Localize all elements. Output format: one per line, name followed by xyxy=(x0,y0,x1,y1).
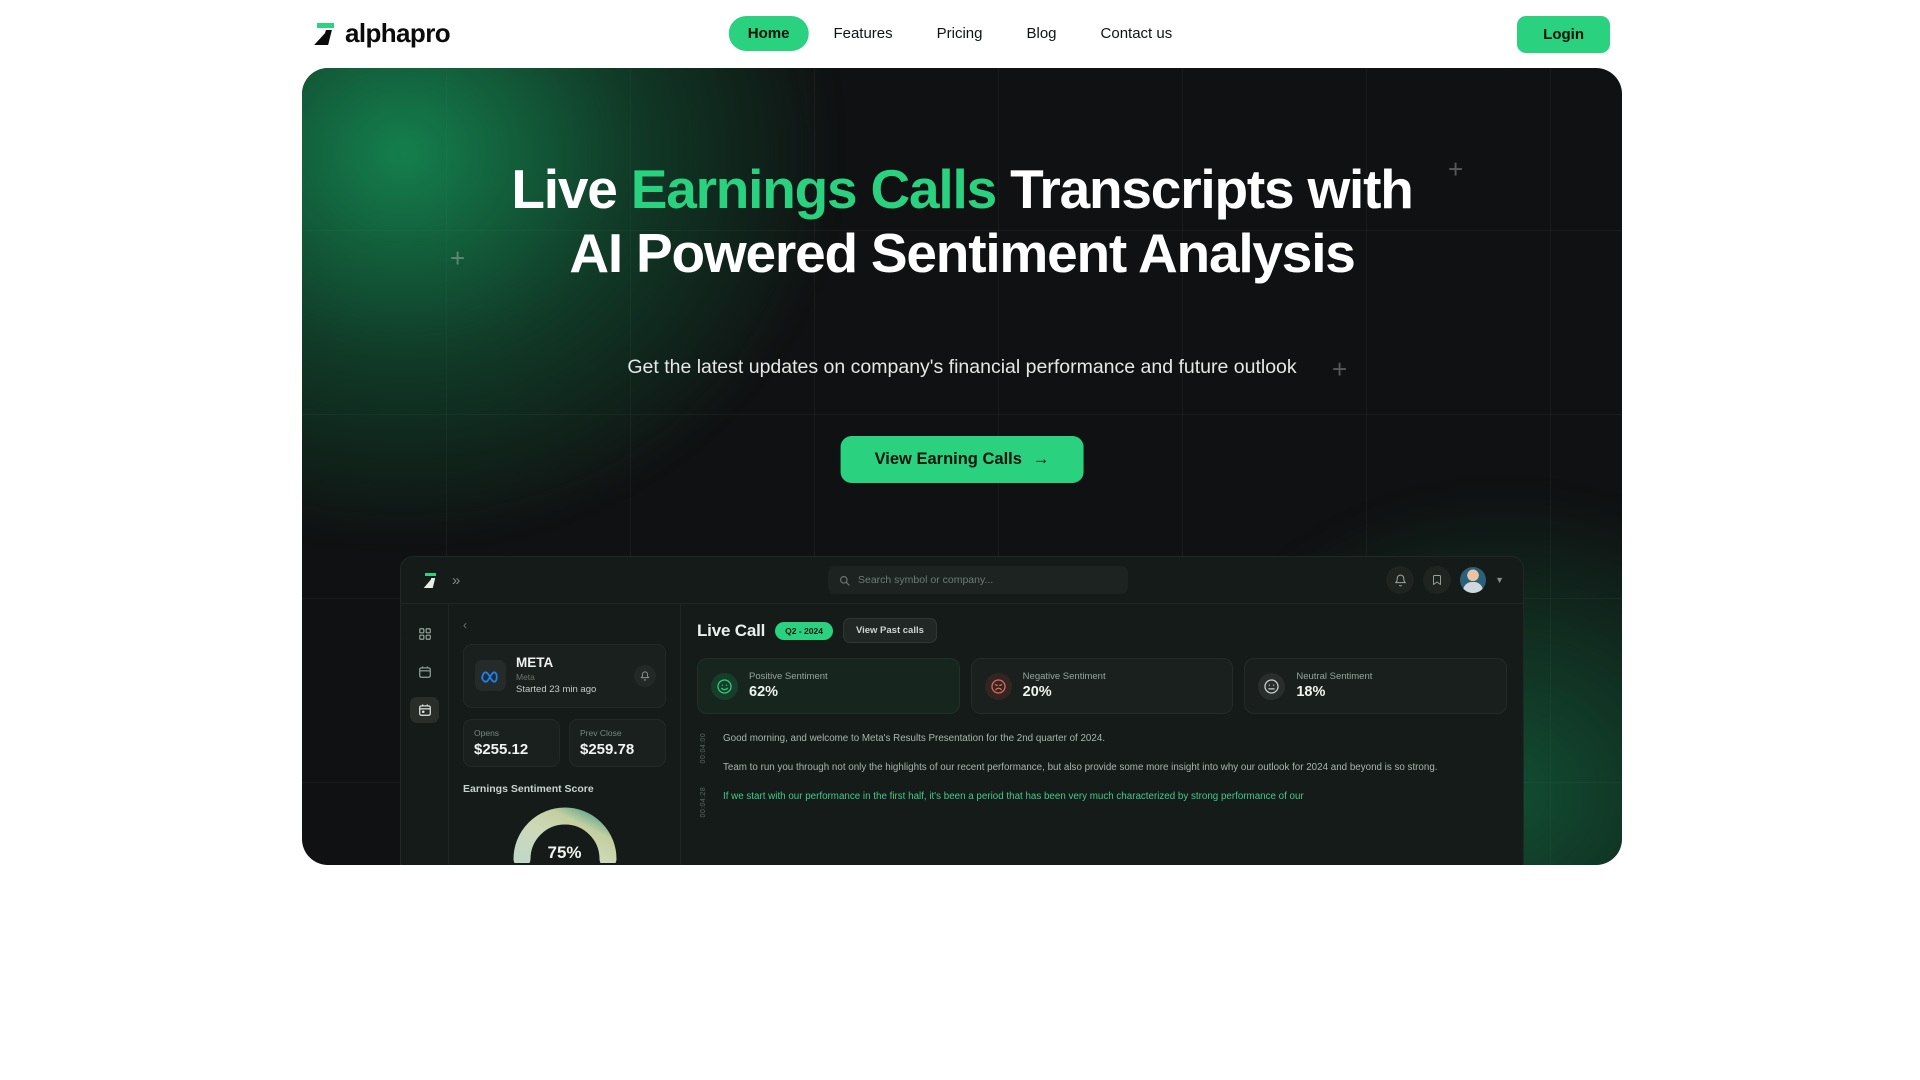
bookmarks-button[interactable] xyxy=(1423,566,1452,594)
neutral-sentiment-card: Neutral Sentiment 18% xyxy=(1244,658,1508,715)
sidebar-item-earnings-calendar[interactable] xyxy=(410,697,439,723)
prev-close-stat: Prev Close $259.78 xyxy=(569,718,666,767)
alphapro-arrow-icon xyxy=(312,21,338,47)
sentiment-score-title: Earnings Sentiment Score xyxy=(463,782,594,795)
nav-item-home[interactable]: Home xyxy=(728,16,809,51)
top-navigation-bar: alphapro Home Features Pricing Blog Cont… xyxy=(0,0,1920,68)
app-sidebar-rail xyxy=(401,604,449,865)
live-call-header: Live Call Q2 - 2024 View Past calls xyxy=(697,618,1507,643)
bookmark-icon xyxy=(1433,575,1442,585)
stock-detail-panel: ‹ META Meta Started 23 min ago Opens $25… xyxy=(449,604,681,865)
quarter-badge: Q2 - 2024 xyxy=(775,621,833,640)
live-call-panel: Live Call Q2 - 2024 View Past calls Posi… xyxy=(681,604,1523,865)
app-header: » Search symbol or company... ▼ xyxy=(401,557,1523,604)
bell-icon xyxy=(640,671,650,681)
transcript-text-column: Good morning, and welcome to Meta's Resu… xyxy=(723,731,1507,818)
frown-face-icon xyxy=(984,672,1012,700)
back-chevron-icon[interactable]: ‹ xyxy=(463,618,467,632)
prev-close-label: Prev Close xyxy=(580,727,622,738)
negative-sentiment-text: Negative Sentiment 20% xyxy=(1023,670,1106,702)
sentiment-score-value: 75% xyxy=(547,842,582,862)
headline-part-2: Transcripts with xyxy=(995,158,1414,220)
sentiment-cards-row: Positive Sentiment 62% Negative Sentimen… xyxy=(697,658,1508,715)
sentiment-score-gauge: 75% xyxy=(510,801,620,865)
expand-sidebar-icon[interactable]: » xyxy=(452,573,460,588)
notifications-button[interactable] xyxy=(1386,566,1415,594)
neutral-sentiment-label: Neutral Sentiment xyxy=(1296,671,1373,682)
positive-sentiment-text: Positive Sentiment 62% xyxy=(749,670,828,702)
transcript-timestamp-column: 00:04:00 00:04:28 00:05:10 xyxy=(697,731,713,818)
search-input[interactable]: Search symbol or company... xyxy=(828,566,1128,594)
grid-icon xyxy=(418,628,431,640)
brand-name: alphapro xyxy=(345,18,451,48)
headline-part-1: Live xyxy=(511,158,631,220)
bell-icon xyxy=(1394,574,1406,586)
view-earning-calls-button[interactable]: View Earning Calls → xyxy=(840,436,1084,483)
transcript-paragraph-highlighted: If we start with our performance in the … xyxy=(723,790,1304,802)
nav-item-contact-us[interactable]: Contact us xyxy=(1082,16,1192,51)
headline-highlight: Earnings Calls xyxy=(630,158,997,220)
headline-line-2: AI Powered Sentiment Analysis xyxy=(569,221,1356,284)
app-preview-mockup: » Search symbol or company... ▼ ‹ META M… xyxy=(400,556,1524,865)
meta-infinity-icon xyxy=(481,671,498,683)
prev-close-value: $259.78 xyxy=(580,740,635,758)
search-placeholder: Search symbol or company... xyxy=(858,574,994,586)
transcript-timestamp: 00:04:28 xyxy=(700,787,707,818)
view-past-calls-button[interactable]: View Past calls xyxy=(842,618,937,643)
positive-sentiment-label: Positive Sentiment xyxy=(749,671,828,682)
stock-summary-card[interactable]: META Meta Started 23 min ago xyxy=(463,644,666,708)
negative-sentiment-value: 20% xyxy=(1022,684,1052,701)
transcript-timestamp: 00:04:00 xyxy=(700,733,707,764)
price-stats-row: Opens $255.12 Prev Close $259.78 xyxy=(463,718,666,767)
sidebar-item-dashboard[interactable] xyxy=(410,621,439,647)
hero-headline: Live Earnings Calls Transcripts with AI … xyxy=(302,158,1622,286)
stock-alert-button[interactable] xyxy=(634,664,656,687)
brand-logo[interactable]: alphapro xyxy=(312,18,451,49)
arrow-right-icon: → xyxy=(1032,450,1050,468)
stock-identity: META Meta Started 23 min ago xyxy=(516,655,596,697)
search-icon xyxy=(840,575,850,586)
calendar-icon xyxy=(418,666,431,678)
nav-item-features[interactable]: Features xyxy=(814,16,911,51)
opens-stat: Opens $255.12 xyxy=(463,718,560,767)
primary-nav: Home Features Pricing Blog Contact us xyxy=(728,16,1192,51)
app-header-actions: ▼ xyxy=(1386,566,1504,594)
stock-company-name: Meta xyxy=(516,671,535,682)
user-avatar[interactable] xyxy=(1460,567,1487,593)
hero-subheadline: Get the latest updates on company's fina… xyxy=(627,356,1297,378)
meta-logo-icon xyxy=(475,660,506,692)
smile-face-icon xyxy=(711,672,738,700)
live-call-title: Live Call xyxy=(697,620,766,640)
neutral-face-icon xyxy=(1258,672,1286,700)
login-button[interactable]: Login xyxy=(1517,16,1610,53)
opens-value: $255.12 xyxy=(474,740,529,758)
positive-sentiment-card: Positive Sentiment 62% xyxy=(697,658,960,715)
negative-sentiment-card: Negative Sentiment 20% xyxy=(970,658,1234,715)
nav-item-pricing[interactable]: Pricing xyxy=(918,16,1002,51)
cta-label: View Earning Calls xyxy=(874,450,1022,468)
call-started-time: Started 23 min ago xyxy=(516,684,597,696)
chevron-down-icon[interactable]: ▼ xyxy=(1495,575,1504,585)
sidebar-item-calendar[interactable] xyxy=(410,659,439,685)
neutral-sentiment-value: 18% xyxy=(1296,684,1326,701)
transcript-area[interactable]: 00:04:00 00:04:28 00:05:10 Good morning,… xyxy=(697,731,1507,818)
negative-sentiment-label: Negative Sentiment xyxy=(1022,671,1106,682)
stock-ticker: META xyxy=(516,655,554,670)
transcript-paragraph: Team to run you through not only the hig… xyxy=(723,762,1438,773)
positive-sentiment-value: 62% xyxy=(749,684,779,701)
opens-label: Opens xyxy=(474,727,500,738)
nav-item-blog[interactable]: Blog xyxy=(1008,16,1076,51)
calendar-event-icon xyxy=(418,704,431,716)
hero-section: + + + Live Earnings Calls Transcripts wi… xyxy=(302,68,1622,865)
neutral-sentiment-text: Neutral Sentiment 18% xyxy=(1296,670,1372,702)
app-logo-icon xyxy=(422,572,439,589)
app-body: ‹ META Meta Started 23 min ago Opens $25… xyxy=(401,604,1523,865)
transcript-paragraph: Good morning, and welcome to Meta's Resu… xyxy=(723,733,1105,745)
